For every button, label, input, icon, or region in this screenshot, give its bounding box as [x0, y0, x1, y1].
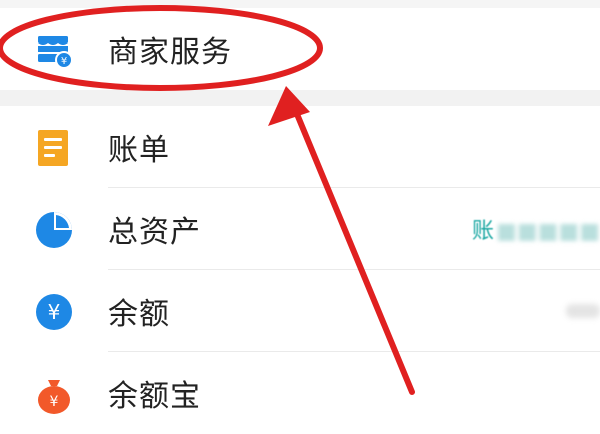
menu-item-label: 商家服务 — [108, 35, 232, 70]
pie-chart-icon — [34, 210, 74, 250]
menu-item-label: 总资产 — [108, 215, 201, 250]
app-screen: ¥ 商家服务 账单 总资产 账■■■■■ ¥ 余额 ¥ 余额宝 — [0, 0, 600, 434]
hint-text: 账 — [472, 219, 495, 244]
document-list-icon — [34, 128, 74, 168]
total-assets-hint: 账■■■■■ — [472, 213, 600, 245]
top-divider — [0, 0, 600, 8]
svg-text:¥: ¥ — [61, 56, 67, 67]
store-yuan-icon: ¥ — [34, 30, 74, 70]
menu-item-label: 账单 — [108, 133, 170, 168]
yuan-circle-icon: ¥ — [34, 292, 74, 332]
menu-item-total-assets[interactable]: 总资产 账■■■■■ — [0, 188, 600, 270]
balance-value-blurred — [566, 304, 600, 318]
svg-text:¥: ¥ — [48, 300, 61, 324]
menu-item-balance[interactable]: ¥ 余额 — [0, 270, 600, 352]
menu-item-merchant-services[interactable]: ¥ 商家服务 — [0, 8, 600, 90]
menu-item-yuebao[interactable]: ¥ 余额宝 — [0, 352, 600, 434]
hint-blurred: ■■■■■ — [496, 219, 600, 244]
menu-item-label: 余额宝 — [108, 379, 201, 414]
section-gap — [0, 90, 600, 106]
money-bag-icon: ¥ — [34, 374, 74, 414]
svg-text:¥: ¥ — [50, 394, 59, 410]
menu-item-label: 余额 — [108, 297, 170, 332]
menu-item-bill[interactable]: 账单 — [0, 106, 600, 188]
